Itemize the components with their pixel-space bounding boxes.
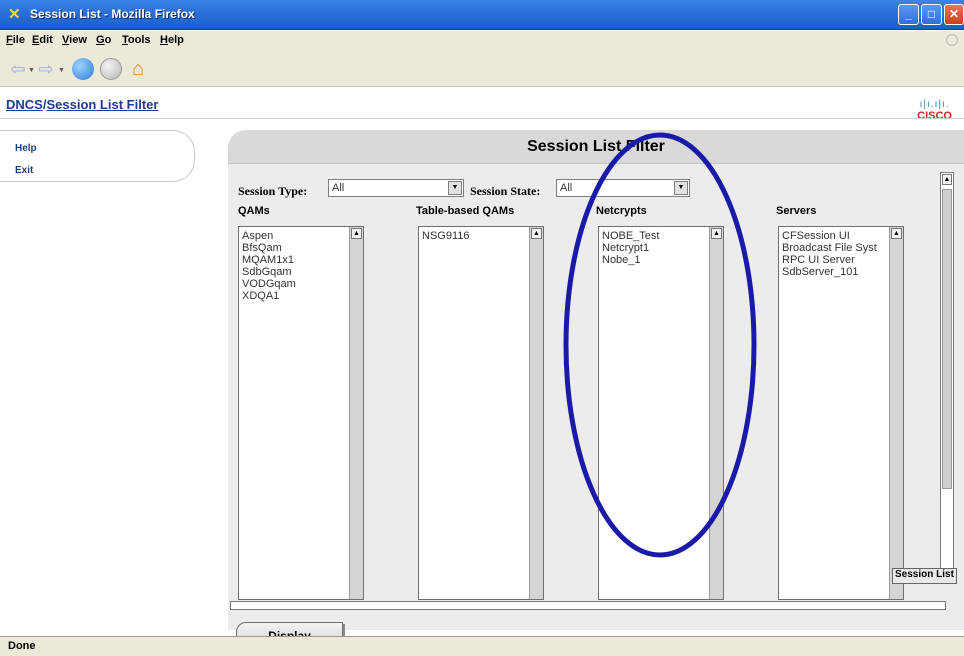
list-item[interactable]: CFSession UI <box>779 227 903 242</box>
status-bar: Done <box>0 636 964 656</box>
list-item[interactable]: NSG9116 <box>419 227 543 242</box>
menu-tools[interactable]: Tools <box>122 34 151 46</box>
list-item[interactable]: Aspen <box>239 227 363 242</box>
forward-arrow-icon[interactable]: ⇨ <box>34 57 58 81</box>
minimize-button[interactable]: _ <box>898 4 919 25</box>
cisco-wordmark: CISCO <box>917 110 952 122</box>
menu-edit[interactable]: Edit <box>32 34 53 46</box>
servers-scrollbar[interactable]: ▲ <box>889 227 903 599</box>
home-icon[interactable]: ⌂ <box>126 57 150 81</box>
scroll-up-icon[interactable]: ▲ <box>942 174 952 185</box>
session-state-label: Session State: <box>470 184 541 198</box>
qams-scrollbar[interactable]: ▲ <box>349 227 363 599</box>
menu-bar: File Edit View Go Tools Help <box>0 31 964 51</box>
stop-icon[interactable] <box>100 58 122 80</box>
scroll-up-icon[interactable]: ▲ <box>351 228 362 239</box>
menu-help[interactable]: Help <box>160 34 184 46</box>
servers-header: Servers <box>776 205 817 217</box>
scroll-up-icon[interactable]: ▲ <box>891 228 902 239</box>
menu-view[interactable]: View <box>62 34 87 46</box>
list-item[interactable]: BfsQam <box>239 242 363 254</box>
header-divider <box>0 118 964 119</box>
throbber-icon <box>946 34 958 46</box>
firefox-icon: ✕ <box>8 6 21 23</box>
window-title: Session List - Mozilla Firefox <box>30 7 195 21</box>
breadcrumb-root-link[interactable]: DNCS <box>6 97 43 112</box>
scroll-up-icon[interactable]: ▲ <box>531 228 542 239</box>
list-item[interactable]: Broadcast File Syst <box>779 242 903 254</box>
close-button[interactable]: ✕ <box>944 4 964 25</box>
breadcrumb-current[interactable]: Session List Filter <box>46 97 158 112</box>
panel-vertical-scrollbar[interactable]: ▲ <box>940 172 954 582</box>
table-qams-scrollbar[interactable]: ▲ <box>529 227 543 599</box>
breadcrumb: DNCS/Session List Filter <box>6 97 158 112</box>
highlight-oval-annotation <box>563 132 757 558</box>
menu-go[interactable]: Go <box>96 34 111 46</box>
chevron-down-icon[interactable]: ▼ <box>448 181 462 195</box>
left-menu-help-link[interactable]: Help <box>15 143 37 154</box>
cisco-bars-icon: ı|ı.ı|ı. <box>919 99 950 110</box>
list-item[interactable]: MQAM1x1 <box>239 254 363 266</box>
left-menu: Help Exit <box>0 130 195 182</box>
list-item[interactable]: SdbServer_101 <box>779 266 903 278</box>
list-item[interactable]: RPC UI Server <box>779 254 903 266</box>
navigation-toolbar: ⇦ ▼ ⇨ ▼ ⌂ <box>0 51 964 87</box>
table-qams-header: Table-based QAMs <box>416 205 515 217</box>
left-menu-exit-link[interactable]: Exit <box>15 165 33 176</box>
scroll-thumb[interactable] <box>942 189 952 489</box>
reload-icon[interactable] <box>72 58 94 80</box>
list-item[interactable]: SdbGqam <box>239 266 363 278</box>
session-type-value: All <box>332 182 345 194</box>
window-titlebar: ✕ Session List - Mozilla Firefox _ □ ✕ <box>0 0 964 30</box>
qams-header: QAMs <box>238 205 270 217</box>
session-type-label: Session Type: <box>238 184 308 198</box>
list-item[interactable]: XDQA1 <box>239 290 363 302</box>
list-item[interactable]: VODGqam <box>239 278 363 290</box>
forward-dropdown-icon[interactable]: ▼ <box>58 67 65 74</box>
session-list-tab[interactable]: Session List <box>892 568 957 584</box>
table-qams-listbox[interactable]: NSG9116 ▲ <box>418 226 544 600</box>
servers-listbox[interactable]: CFSession UI Broadcast File Syst RPC UI … <box>778 226 904 600</box>
maximize-button[interactable]: □ <box>921 4 942 25</box>
panel-horizontal-scrollbar[interactable] <box>230 601 946 610</box>
qams-listbox[interactable]: Aspen BfsQam MQAM1x1 SdbGqam VODGqam XDQ… <box>238 226 364 600</box>
status-text: Done <box>8 640 36 652</box>
session-type-select[interactable]: All ▼ <box>328 179 464 197</box>
back-arrow-icon[interactable]: ⇦ <box>6 57 30 81</box>
menu-file[interactable]: File <box>6 34 25 46</box>
